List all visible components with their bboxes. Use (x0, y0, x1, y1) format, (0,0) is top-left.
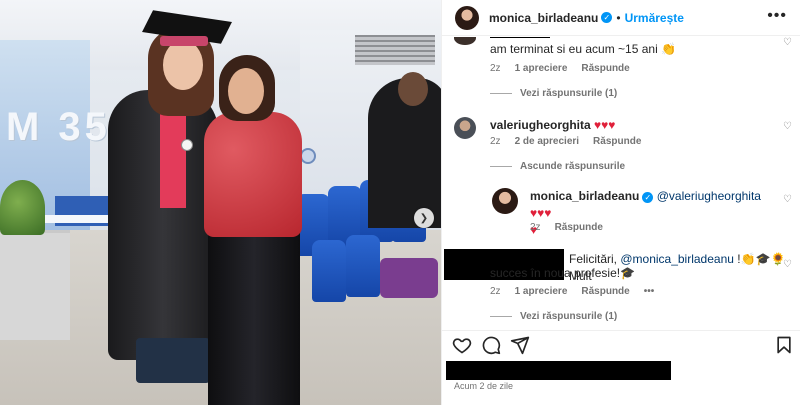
reply-button[interactable]: Răspunde (581, 63, 629, 74)
comment-text-prefix: Felicitări, (569, 252, 621, 266)
comment-button[interactable] (480, 334, 502, 356)
reply-button[interactable]: Răspunde (555, 222, 603, 233)
post-panel: monica_birladeanu ✓ • Urmărește ••• am t… (441, 0, 800, 405)
share-button[interactable] (509, 334, 531, 356)
reply-button[interactable]: Răspunde (593, 136, 641, 147)
divider (490, 93, 512, 94)
bookmark-icon (777, 336, 791, 354)
seat (312, 240, 346, 302)
comment-text: valeriugheorghita ♥♥♥ (490, 117, 615, 134)
hide-replies-button[interactable]: Ascunde răspunsurile (490, 161, 625, 172)
photo-bag (380, 258, 438, 298)
avatar[interactable] (492, 188, 518, 214)
photo-headband (160, 36, 208, 46)
comment-icon (482, 336, 501, 355)
avatar[interactable] (455, 5, 479, 30)
comment-username[interactable]: monica_birladeanu (530, 189, 639, 203)
follow-button[interactable]: Urmărește (625, 11, 684, 25)
comment-likes[interactable]: 1 apreciere (515, 286, 568, 297)
post-header: monica_birladeanu ✓ • Urmărește ••• (442, 0, 800, 36)
reply-button[interactable]: Răspunde (581, 286, 629, 297)
photo-plant (0, 180, 45, 235)
comment-text: am terminat si eu acum ~15 ani 👏 (490, 42, 677, 56)
hide-replies-label: Ascunde răspunsurile (520, 161, 626, 172)
photo-bench (0, 230, 70, 340)
comments-list[interactable]: am terminat si eu acum ~15 ani 👏 2z 1 ap… (442, 37, 800, 328)
comment-likes[interactable]: 2 de aprecieri (515, 136, 579, 147)
author-username[interactable]: monica_birladeanu (489, 11, 598, 25)
heart-outline-icon[interactable]: ♡ (783, 259, 792, 270)
comment-time: 2z (530, 222, 541, 233)
verified-icon: ✓ (601, 12, 613, 23)
comment-text-line2: succes în noua profesie!🎓 (490, 266, 636, 280)
comment-meta: 2z 1 apreciere Răspunde (490, 63, 630, 74)
divider (490, 166, 512, 167)
header-separator: • (616, 10, 621, 25)
comment-time: 2z (490, 136, 501, 147)
post-photo[interactable]: M 35 ❯ (0, 0, 441, 405)
comment-hearts: ♥♥♥ (530, 206, 552, 220)
chevron-right-icon: ❯ (419, 212, 429, 224)
comment-hearts: ♥♥♥ (594, 118, 616, 132)
heart-outline-icon[interactable]: ♡ (783, 37, 792, 48)
comment-username[interactable]: valeriugheorghita (490, 118, 591, 132)
carousel-next-button[interactable]: ❯ (414, 208, 434, 228)
more-horizontal-icon[interactable]: ••• (767, 8, 787, 24)
redacted-likes (446, 361, 671, 380)
photo-badge (181, 139, 193, 151)
seat (346, 235, 380, 297)
post-date: Acum 2 de zile (454, 381, 514, 391)
view-replies-label: Vezi răspunsurile (1) (520, 311, 618, 322)
comment-meta: 2z 2 de aprecieri Răspunde (490, 136, 641, 147)
photo-mother-blouse (204, 112, 302, 237)
comment-likes[interactable]: 1 apreciere (515, 63, 568, 74)
comment-time: 2z (490, 63, 501, 74)
photo-wall-text: M 35 (6, 105, 111, 149)
photo-wall-logo (300, 148, 316, 164)
mention-link[interactable]: @valeriugheorghita (657, 189, 761, 203)
photo-person-background-head (398, 72, 428, 106)
comment-meta: 2z 1 apreciere Răspunde ••• (490, 286, 654, 297)
avatar[interactable] (454, 37, 476, 45)
mention-link[interactable]: @monica_birladeanu (620, 252, 734, 266)
comment-time: 2z (490, 286, 501, 297)
post-actions (442, 330, 800, 360)
like-button[interactable] (451, 334, 473, 356)
comment-more-button[interactable]: ••• (644, 286, 655, 297)
heart-icon (452, 338, 472, 354)
verified-icon: ✓ (642, 192, 654, 203)
comment-meta: 2z Răspunde (530, 222, 603, 233)
heart-outline-icon[interactable]: ♡ (783, 121, 792, 132)
heart-outline-icon[interactable]: ♡ (783, 194, 792, 205)
view-replies-button[interactable]: Vezi răspunsurile (1) (490, 311, 617, 322)
photo-mother-face (228, 68, 264, 114)
photo-mother-skirt (208, 222, 300, 405)
photo-graduate-face (163, 40, 203, 90)
divider (490, 316, 512, 317)
avatar[interactable] (454, 117, 476, 139)
photo-vent (355, 35, 435, 65)
photo-graduate-skirt (136, 338, 210, 383)
view-replies-label: Vezi răspunsurile (1) (520, 88, 618, 99)
redacted-username (490, 37, 550, 38)
send-icon (510, 336, 530, 355)
view-replies-button[interactable]: Vezi răspunsurile (1) (490, 88, 617, 99)
save-button[interactable] (773, 334, 795, 356)
